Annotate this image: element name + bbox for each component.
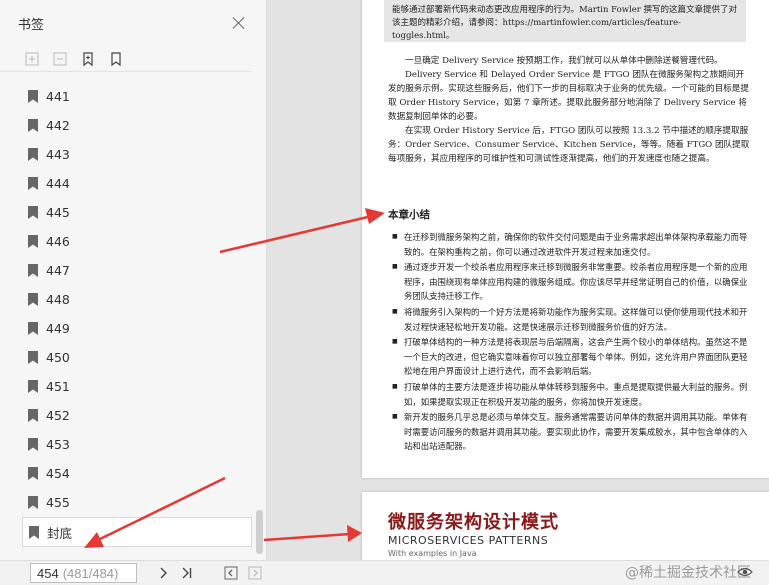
bookmark-item[interactable]: 441 bbox=[0, 82, 260, 111]
bookmark-icon bbox=[28, 322, 38, 335]
summary-list: 在迁移到微服务架构之前，确保你的软件交付问题是由于业务需求超出单体架构承载能力而… bbox=[392, 230, 750, 455]
bookmark-item[interactable]: 448 bbox=[0, 285, 260, 314]
bookmark-item[interactable]: 451 bbox=[0, 372, 260, 401]
list-item: 将微服务引入架构的一个好方法是将新功能作为服务实现。这样做可以使你使用现代技术和… bbox=[392, 305, 750, 334]
bookmark-item-selected[interactable]: 封底 bbox=[22, 517, 252, 547]
bookmark-item[interactable]: 446 bbox=[0, 227, 260, 256]
back-to-previous-icon[interactable] bbox=[223, 564, 239, 582]
list-item: 新开发的服务几乎总是必须与单体交互。服务通常需要访问单体的数据并调用其功能。单体… bbox=[392, 410, 750, 454]
list-item: 在迁移到微服务架构之前，确保你的软件交付问题是由于业务需求超出单体架构承载能力而… bbox=[392, 230, 750, 259]
bookmark-label: 封底 bbox=[47, 525, 73, 541]
bookmark-label: 441 bbox=[46, 89, 70, 104]
bookmark-item[interactable]: 444 bbox=[0, 169, 260, 198]
pdf-reader-window: 书签 441 442 443 444 445 446 447 448 449 4… bbox=[0, 0, 769, 585]
bookmark-label: 442 bbox=[46, 118, 70, 133]
bookmark-icon bbox=[28, 90, 38, 103]
list-item: 打破单体的主要方法是逐步将功能从单体转移到服务中。重点是提取提供最大利益的服务。… bbox=[392, 380, 750, 409]
bookmark-item[interactable]: 452 bbox=[0, 401, 260, 430]
close-icon[interactable] bbox=[230, 14, 248, 32]
bookmark-icon bbox=[28, 409, 38, 422]
bookmark-label: 447 bbox=[46, 263, 70, 278]
bookmark-item[interactable]: 443 bbox=[0, 140, 260, 169]
bookmarks-toolbar bbox=[0, 46, 252, 72]
bookmark-label: 443 bbox=[46, 147, 70, 162]
bookmark-label: 448 bbox=[46, 292, 70, 307]
skip-to-end-icon[interactable] bbox=[179, 564, 195, 582]
collapse-all-icon[interactable] bbox=[51, 50, 69, 68]
bookmark-label: 453 bbox=[46, 437, 70, 452]
bookmark-icon bbox=[28, 177, 38, 190]
bookmark-label: 449 bbox=[46, 321, 70, 336]
paragraph: Delivery Service 和 Delayed Order Service… bbox=[388, 70, 749, 122]
section-title: 本章小结 bbox=[388, 209, 430, 221]
back-cover-page: 微服务架构设计模式 MICROSERVICES PATTERNS With ex… bbox=[362, 492, 769, 560]
bookmark-label: 455 bbox=[46, 495, 70, 510]
paragraph: 一旦确定 Delivery Service 按预期工作，我们就可以从单体中删除送… bbox=[405, 56, 723, 66]
bookmark-item[interactable]: 445 bbox=[0, 198, 260, 227]
bookmark-icon bbox=[28, 235, 38, 248]
watermark: @稀土掘金技术社区 bbox=[625, 565, 751, 581]
list-item: 通过逐步开发一个绞杀者应用程序来迁移到微服务非常重要。绞杀者应用程序是一个新的应… bbox=[392, 260, 750, 304]
page-number-input[interactable]: 454 (481/484) bbox=[30, 563, 137, 583]
bookmark-item[interactable]: 454 bbox=[0, 459, 260, 488]
bookmark-label: 445 bbox=[46, 205, 70, 220]
bookmark-label: 444 bbox=[46, 176, 70, 191]
forward-to-next-icon[interactable] bbox=[247, 564, 263, 582]
list-item: 打破单体结构的一种方法是将表现层与后端隔离，这会产生两个较小的单体结构。虽然这不… bbox=[392, 335, 750, 379]
cover-subtitle-secondary: With examples in Java bbox=[388, 549, 477, 558]
bookmark-icon bbox=[28, 206, 38, 219]
bookmark-icon bbox=[28, 293, 38, 306]
cover-subtitle: MICROSERVICES PATTERNS bbox=[388, 534, 549, 547]
bookmark-icon bbox=[28, 496, 38, 509]
bookmark-icon bbox=[28, 119, 38, 132]
bookmarks-header: 书签 bbox=[0, 0, 266, 46]
bookmark-item[interactable]: 455 bbox=[0, 488, 260, 517]
document-page: 能够通过部署新代码来动态更改应用程序的行为。Martin Fowler 撰写的这… bbox=[362, 0, 769, 478]
bookmark-item[interactable]: 442 bbox=[0, 111, 260, 140]
bookmark-icon bbox=[28, 467, 38, 480]
page-info: (481/484) bbox=[62, 565, 119, 581]
bookmark-icon bbox=[28, 351, 38, 364]
bookmark-label: 450 bbox=[46, 350, 70, 365]
quote-box: 能够通过部署新代码来动态更改应用程序的行为。Martin Fowler 撰写的这… bbox=[384, 0, 746, 42]
bookmark-icon bbox=[29, 525, 39, 539]
document-viewport[interactable]: 能够通过部署新代码来动态更改应用程序的行为。Martin Fowler 撰写的这… bbox=[268, 0, 769, 560]
bookmark-icon bbox=[28, 380, 38, 393]
chevron-right-icon[interactable] bbox=[156, 564, 170, 582]
expand-all-icon[interactable] bbox=[23, 50, 41, 68]
bookmark-icon[interactable] bbox=[107, 50, 125, 68]
bookmark-list: 441 442 443 444 445 446 447 448 449 450 … bbox=[0, 82, 260, 547]
bookmark-item[interactable]: 447 bbox=[0, 256, 260, 285]
bookmarks-title: 书签 bbox=[18, 17, 45, 33]
sidebar-scrollbar-thumb[interactable] bbox=[256, 510, 263, 554]
bookmark-icon bbox=[28, 148, 38, 161]
bookmark-label: 454 bbox=[46, 466, 70, 481]
bookmark-label: 446 bbox=[46, 234, 70, 249]
bookmark-item[interactable]: 453 bbox=[0, 430, 260, 459]
bottom-toolbar: 454 (481/484) @稀土掘金技术社区 bbox=[0, 560, 769, 585]
paragraph: 在实现 Order History Service 后，FTGO 团队可以按照 … bbox=[388, 126, 750, 164]
bookmark-item[interactable]: 449 bbox=[0, 314, 260, 343]
bookmarks-panel: 书签 441 442 443 444 445 446 447 448 449 4… bbox=[0, 0, 267, 560]
cover-title: 微服务架构设计模式 bbox=[388, 512, 559, 533]
bookmark-label: 452 bbox=[46, 408, 70, 423]
bookmark-item[interactable]: 450 bbox=[0, 343, 260, 372]
add-bookmark-icon[interactable] bbox=[79, 50, 97, 68]
bookmark-icon bbox=[28, 438, 38, 451]
current-page[interactable]: 454 bbox=[37, 566, 59, 581]
bookmark-label: 451 bbox=[46, 379, 70, 394]
bookmark-icon bbox=[28, 264, 38, 277]
eye-icon[interactable] bbox=[737, 566, 753, 578]
body-text: 一旦确定 Delivery Service 按预期工作，我们就可以从单体中删除送… bbox=[388, 54, 750, 166]
